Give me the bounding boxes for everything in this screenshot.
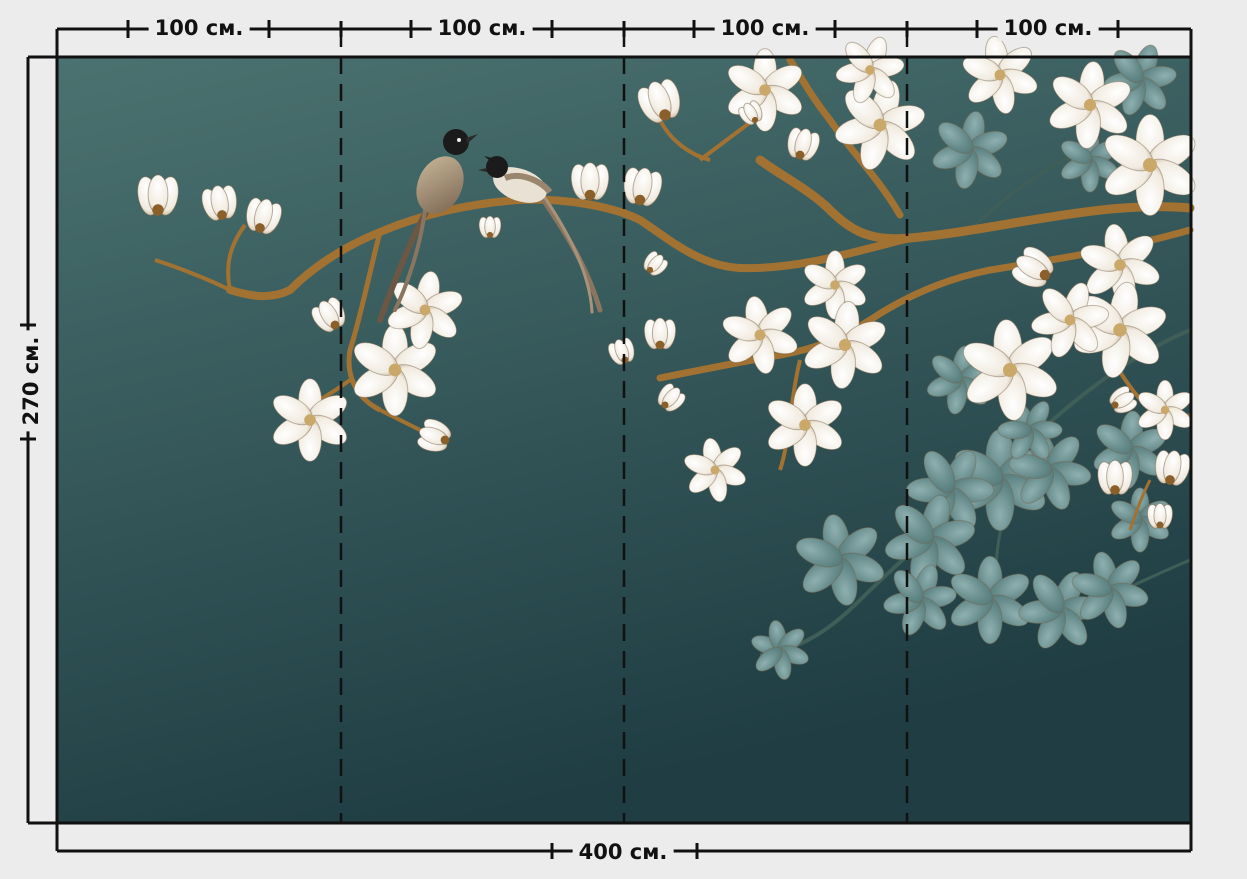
side-dimension-guide xyxy=(20,55,57,825)
mural-canvas xyxy=(20,20,1196,859)
total-width-label: 400 см. xyxy=(572,839,674,865)
panel-2-width-label: 100 см. xyxy=(431,15,533,41)
height-label: 270 см. xyxy=(18,330,44,432)
panel-4-width-label: 100 см. xyxy=(997,15,1099,41)
panel-1-width-label: 100 см. xyxy=(148,15,250,41)
panel-3-width-label: 100 см. xyxy=(714,15,816,41)
wallpaper-preview: 100 см. 100 см. 100 см. 100 см. 400 см. … xyxy=(0,0,1247,879)
